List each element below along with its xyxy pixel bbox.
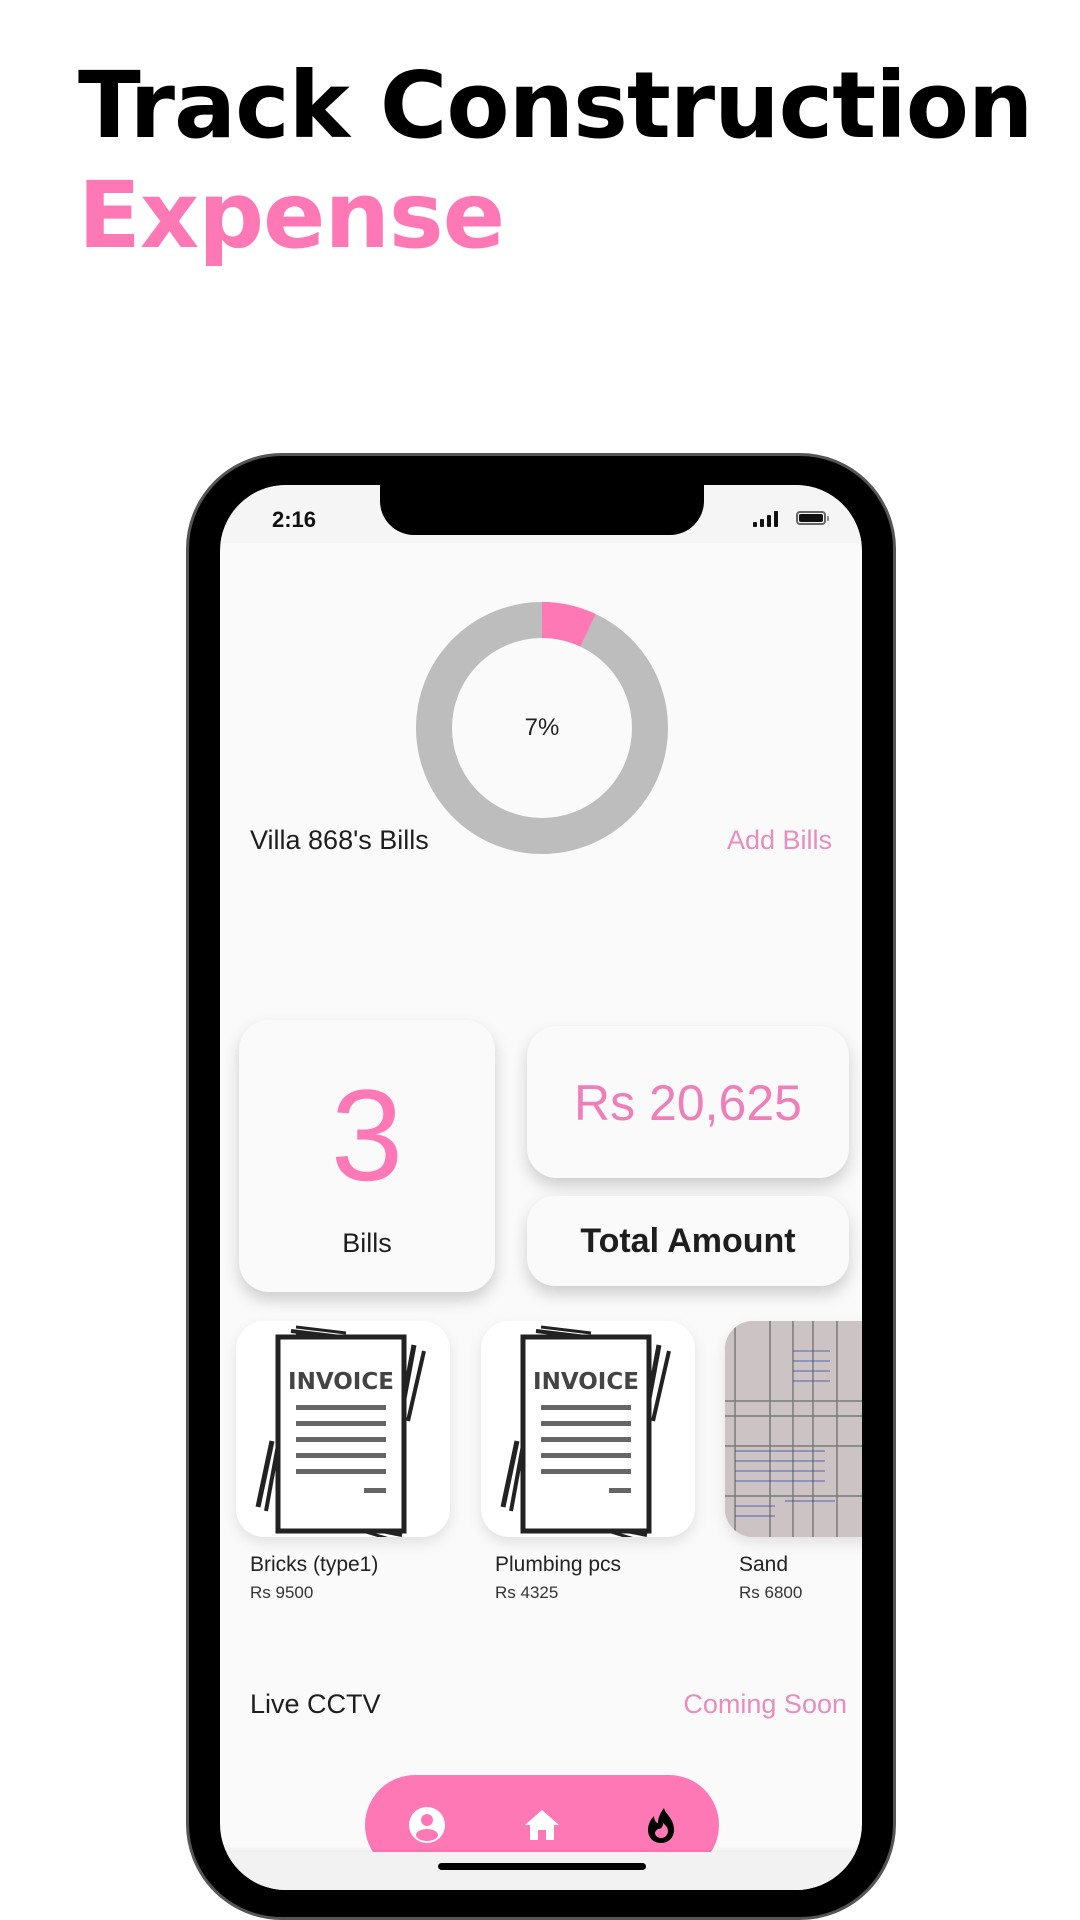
svg-text:INVOICE: INVOICE: [288, 1369, 394, 1395]
system-bottom-bar: [220, 1852, 862, 1890]
headline: Track Construction Expense: [78, 52, 1033, 272]
phone-screen: 2:16 7% Villa 868's Bills Add Bills 3 Bi…: [220, 485, 862, 1890]
nav-home-button[interactable]: [520, 1803, 564, 1847]
home-icon: [525, 1810, 559, 1840]
bill-count-card[interactable]: 3 Bills: [239, 1020, 495, 1292]
receipt-photo: [725, 1321, 862, 1537]
signal-icon: [753, 511, 778, 527]
invoice-icon: INVOICE: [236, 1321, 450, 1537]
svg-text:INVOICE: INVOICE: [533, 1369, 639, 1395]
coming-soon-label: Coming Soon: [683, 1689, 847, 1719]
notch: [380, 485, 704, 535]
bill-name: Bricks (type1): [250, 1553, 379, 1576]
headline-line1: Track Construction: [78, 52, 1033, 159]
bill-name: Sand: [739, 1553, 789, 1576]
bill-count: 3: [330, 1062, 404, 1208]
nav-trending-button[interactable]: [639, 1803, 683, 1847]
progress-percent: 7%: [524, 714, 560, 741]
phone-frame: 2:16 7% Villa 868's Bills Add Bills 3 Bi…: [186, 453, 896, 1920]
nav-profile-button[interactable]: [405, 1803, 449, 1847]
status-time: 2:16: [272, 507, 317, 532]
bill-amount: Rs 9500: [250, 1583, 314, 1602]
total-amount-value: Rs 20,625: [574, 1075, 802, 1131]
account-circle-icon: [409, 1807, 445, 1843]
flame-icon: [648, 1808, 674, 1843]
bill-amount: Rs 4325: [495, 1583, 559, 1602]
bill-item[interactable]: INVOICE Bricks (type1) Rs 9500: [236, 1321, 450, 1603]
bill-amount: Rs 6800: [739, 1583, 803, 1602]
bills-section-title: Villa 868's Bills: [250, 825, 429, 855]
total-amount-label: Total Amount: [580, 1222, 796, 1260]
home-indicator[interactable]: [438, 1863, 646, 1870]
bill-name: Plumbing pcs: [495, 1553, 622, 1576]
invoice-icon: INVOICE: [481, 1321, 695, 1537]
total-amount-card[interactable]: Rs 20,625: [527, 1026, 849, 1178]
headline-line2: Expense: [78, 162, 505, 269]
bills-section-header: Villa 868's Bills Add Bills: [250, 825, 832, 856]
bill-item[interactable]: Sand Rs 6800: [725, 1321, 862, 1603]
total-amount-label-card[interactable]: Total Amount: [527, 1196, 849, 1286]
bill-count-label: Bills: [342, 1228, 392, 1258]
cctv-section-title: Live CCTV: [250, 1689, 381, 1719]
cctv-section-header: Live CCTV Coming Soon: [250, 1689, 847, 1720]
battery-icon: [796, 511, 829, 525]
bill-item[interactable]: INVOICE Plumbing pcs Rs 4325: [481, 1321, 695, 1603]
add-bills-button[interactable]: Add Bills: [727, 825, 832, 856]
